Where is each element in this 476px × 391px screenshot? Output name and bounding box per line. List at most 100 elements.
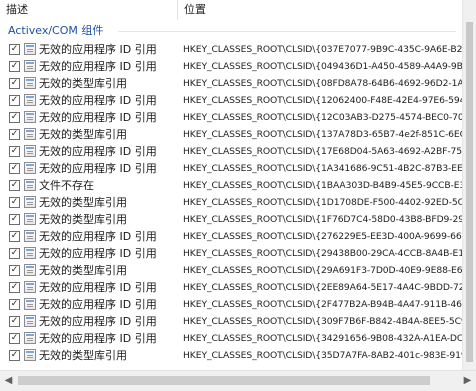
list-item[interactable]: ✓ 无效的应用程序 ID 引用 HKEY_CLASSES_ROOT\CLSID\{3… [0,330,462,347]
checkbox[interactable]: ✓ [9,78,20,89]
list-header: 描述 位置 [0,0,476,20]
registry-item-icon [24,128,36,140]
issue-description: 无效的应用程序 ID 引用 [39,332,157,345]
checkbox[interactable]: ✓ [9,265,20,276]
group-divider [118,31,456,32]
vertical-scrollbar[interactable] [462,0,476,371]
issue-location: HKEY_CLASSES_ROOT\CLSID\{29A691F3-7D0D-4… [183,265,462,276]
checkbox[interactable]: ✓ [9,248,20,259]
list-item[interactable]: ✓ 无效的类型库引用 HKEY_CLASSES_ROOT\CLSID\{29A691… [0,262,462,279]
checkbox[interactable]: ✓ [9,129,20,140]
issue-description: 无效的应用程序 ID 引用 [39,60,157,73]
registry-item-icon [24,247,36,259]
list-item[interactable]: ✓ 无效的应用程序 ID 引用 HKEY_CLASSES_ROOT\CLSID\{1… [0,160,462,177]
registry-item-icon [24,77,36,89]
issue-description: 无效的类型库引用 [39,213,127,226]
list-item[interactable]: ✓ 无效的类型库引用 HKEY_CLASSES_ROOT\CLSID\{1D1708… [0,194,462,211]
checkbox[interactable]: ✓ [9,197,20,208]
group-header-activex: Activex/COM 组件 [0,22,462,39]
list-item[interactable]: ✓ 无效的应用程序 ID 引用 HKEY_CLASSES_ROOT\CLSID\{2… [0,279,462,296]
list-item[interactable]: ✓ 无效的应用程序 ID 引用 HKEY_CLASSES_ROOT\CLSID\{1… [0,92,462,109]
issue-description: 无效的应用程序 ID 引用 [39,145,157,158]
horizontal-scrollbar[interactable]: ◀ ▶ [0,370,476,391]
arrow-left-icon[interactable]: ◀ [3,375,14,386]
checkbox[interactable]: ✓ [9,44,20,55]
issue-description: 无效的应用程序 ID 引用 [39,94,157,107]
issues-list: ✓ 无效的应用程序 ID 引用 HKEY_CLASSES_ROOT\CLSID\{0… [0,41,462,371]
registry-item-icon [24,315,36,327]
registry-item-icon [24,349,36,361]
issue-description: 无效的类型库引用 [39,264,127,277]
checkbox[interactable]: ✓ [9,163,20,174]
list-item[interactable]: ✓ 文件不存在 HKEY_CLASSES_ROOT\CLSID\{1BAA303D-… [0,177,462,194]
checkbox[interactable]: ✓ [9,299,20,310]
list-item[interactable]: ✓ 无效的类型库引用 HKEY_CLASSES_ROOT\CLSID\{137A78… [0,126,462,143]
list-item[interactable]: ✓ 无效的应用程序 ID 引用 HKEY_CLASSES_ROOT\CLSID\{0… [0,41,462,58]
checkbox[interactable]: ✓ [9,214,20,225]
list-item[interactable]: ✓ 无效的应用程序 ID 引用 HKEY_CLASSES_ROOT\CLSID\{1… [0,109,462,126]
issue-description: 无效的应用程序 ID 引用 [39,281,157,294]
issue-location: HKEY_CLASSES_ROOT\CLSID\{08FD8A78-64B6-4… [183,78,462,89]
registry-item-icon [24,43,36,55]
registry-item-icon [24,264,36,276]
registry-item-icon [24,298,36,310]
horizontal-scroll-thumb[interactable] [18,376,430,385]
issue-location: HKEY_CLASSES_ROOT\CLSID\{037E7077-9B9C-4… [183,44,462,55]
issue-location: HKEY_CLASSES_ROOT\CLSID\{137A78D3-65B7-4… [183,129,462,140]
registry-item-icon [24,281,36,293]
registry-item-icon [24,332,36,344]
registry-item-icon [24,162,36,174]
list-item[interactable]: ✓ 无效的类型库引用 HKEY_CLASSES_ROOT\CLSID\{1F76D7… [0,211,462,228]
issue-location: HKEY_CLASSES_ROOT\CLSID\{276229E5-EE3D-4… [183,231,462,242]
registry-item-icon [24,60,36,72]
vertical-scroll-thumb[interactable] [466,22,473,362]
issue-location: HKEY_CLASSES_ROOT\CLSID\{1BAA303D-B4B9-4… [183,180,462,191]
issue-description: 无效的应用程序 ID 引用 [39,162,157,175]
arrow-right-icon[interactable]: ▶ [462,375,473,386]
issue-location: HKEY_CLASSES_ROOT\CLSID\{34291656-9B08-4… [183,333,462,344]
checkbox[interactable]: ✓ [9,146,20,157]
issue-location: HKEY_CLASSES_ROOT\CLSID\{1A341686-9C51-4… [183,163,462,174]
list-item[interactable]: ✓ 无效的应用程序 ID 引用 HKEY_CLASSES_ROOT\CLSID\{3… [0,313,462,330]
registry-item-icon [24,94,36,106]
issue-location: HKEY_CLASSES_ROOT\CLSID\{049436D1-A450-4… [183,61,462,72]
list-item[interactable]: ✓ 无效的类型库引用 HKEY_CLASSES_ROOT\CLSID\{08FD8A… [0,75,462,92]
list-item[interactable]: ✓ 无效的应用程序 ID 引用 HKEY_CLASSES_ROOT\CLSID\{2… [0,296,462,313]
list-item[interactable]: ✓ 无效的应用程序 ID 引用 HKEY_CLASSES_ROOT\CLSID\{2… [0,245,462,262]
checkbox[interactable]: ✓ [9,333,20,344]
column-header-description[interactable]: 描述 [0,0,178,20]
issue-description: 无效的类型库引用 [39,196,127,209]
issue-description: 无效的应用程序 ID 引用 [39,230,157,243]
issue-location: HKEY_CLASSES_ROOT\CLSID\{1F76D7C4-58D0-4… [183,214,462,225]
list-item[interactable]: ✓ 无效的应用程序 ID 引用 HKEY_CLASSES_ROOT\CLSID\{0… [0,58,462,75]
checkbox[interactable]: ✓ [9,350,20,361]
registry-item-icon [24,111,36,123]
list-item[interactable]: ✓ 无效的类型库引用 HKEY_CLASSES_ROOT\CLSID\{35D7A7… [0,347,462,364]
issue-description: 无效的类型库引用 [39,349,127,362]
registry-item-icon [24,213,36,225]
registry-item-icon [24,230,36,242]
issue-description: 无效的类型库引用 [39,77,127,90]
checkbox[interactable]: ✓ [9,316,20,327]
list-item[interactable]: ✓ 无效的应用程序 ID 引用 HKEY_CLASSES_ROOT\CLSID\{1… [0,143,462,160]
issue-description: 无效的应用程序 ID 引用 [39,111,157,124]
issue-description: 无效的应用程序 ID 引用 [39,315,157,328]
issue-location: HKEY_CLASSES_ROOT\CLSID\{35D7A7FA-8AB2-4… [183,350,462,361]
issue-location: HKEY_CLASSES_ROOT\CLSID\{1D1708DE-F500-4… [183,197,462,208]
issue-location: HKEY_CLASSES_ROOT\CLSID\{29438B00-29CA-4… [183,248,462,259]
issue-description: 无效的应用程序 ID 引用 [39,298,157,311]
checkbox[interactable]: ✓ [9,180,20,191]
issue-location: HKEY_CLASSES_ROOT\CLSID\{309F7B6F-B842-4… [183,316,462,327]
registry-item-icon [24,179,36,191]
issue-location: HKEY_CLASSES_ROOT\CLSID\{12062400-F48E-4… [183,95,462,106]
checkbox[interactable]: ✓ [9,61,20,72]
list-item[interactable]: ✓ 无效的应用程序 ID 引用 HKEY_CLASSES_ROOT\CLSID\{2… [0,228,462,245]
checkbox[interactable]: ✓ [9,95,20,106]
checkbox[interactable]: ✓ [9,112,20,123]
issue-location: HKEY_CLASSES_ROOT\CLSID\{17E68D04-5A63-4… [183,146,462,157]
checkbox[interactable]: ✓ [9,231,20,242]
column-header-location[interactable]: 位置 [178,0,476,20]
checkbox[interactable]: ✓ [9,282,20,293]
issue-location: HKEY_CLASSES_ROOT\CLSID\{12C03AB3-D275-4… [183,112,462,123]
issue-location: HKEY_CLASSES_ROOT\CLSID\{2F477B2A-B94B-4… [183,299,462,310]
